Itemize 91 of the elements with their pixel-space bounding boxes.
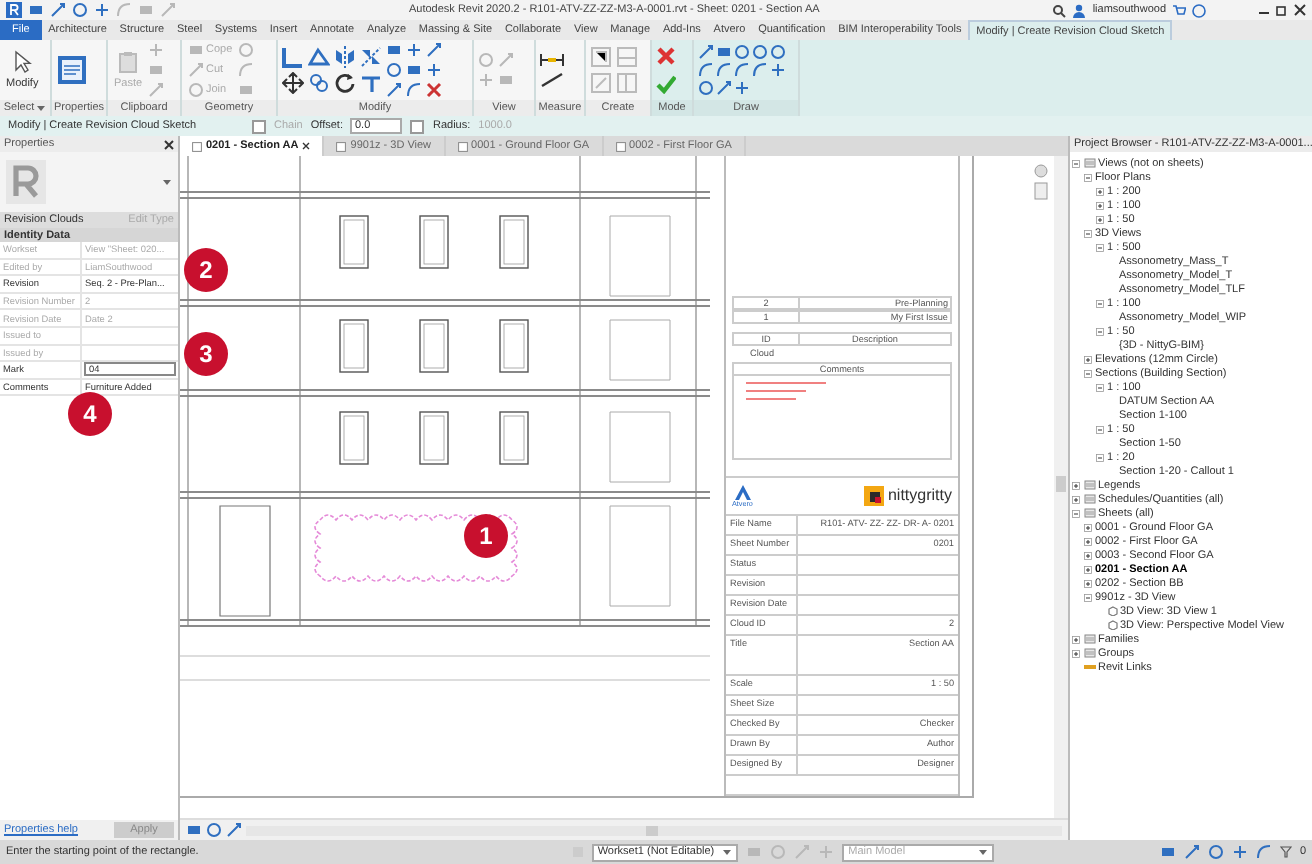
caret-icon	[162, 178, 172, 186]
close-icon[interactable]	[164, 139, 174, 149]
expand-icon[interactable]	[1072, 649, 1080, 657]
expand-icon[interactable]	[1072, 495, 1080, 503]
restore-icon[interactable]	[1276, 4, 1288, 16]
sheet-icon	[457, 141, 468, 151]
expand-icon[interactable]	[1084, 579, 1092, 587]
sheet-icon	[615, 141, 626, 151]
tool-icon[interactable]	[426, 42, 442, 58]
expand-icon[interactable]	[1084, 537, 1092, 545]
expand-icon[interactable]	[1072, 481, 1080, 489]
component-icon[interactable]	[590, 46, 612, 68]
tool-icon[interactable]	[716, 80, 732, 96]
cancel-icon[interactable]	[656, 46, 676, 66]
tool-icon[interactable]	[94, 2, 110, 18]
collapse-icon[interactable]	[1096, 243, 1104, 251]
folder-icon	[1083, 480, 1095, 490]
dimension-icon[interactable]	[540, 53, 564, 65]
collapse-icon[interactable]	[1096, 299, 1104, 307]
caret-icon	[722, 848, 733, 856]
tool-icon[interactable]	[386, 82, 402, 98]
expand-icon[interactable]	[1084, 551, 1092, 559]
tool-icon[interactable]	[1183, 844, 1200, 860]
tool-icon[interactable]	[1159, 844, 1176, 860]
measure-icon[interactable]	[540, 71, 564, 87]
expand-icon[interactable]	[1084, 523, 1092, 531]
properties-icon[interactable]	[56, 54, 88, 86]
expand-icon[interactable]	[1096, 201, 1104, 209]
expand-icon[interactable]	[1084, 355, 1092, 363]
trim-icon[interactable]	[360, 72, 382, 94]
tool-icon[interactable]	[770, 62, 786, 78]
type-image-icon	[6, 160, 46, 204]
tool-icon[interactable]	[1231, 844, 1248, 860]
collapse-icon[interactable]	[1096, 453, 1104, 461]
collapse-icon[interactable]	[1084, 369, 1092, 377]
align-icon[interactable]	[282, 46, 304, 68]
expand-icon[interactable]	[1072, 635, 1080, 643]
delete-icon[interactable]	[426, 82, 442, 98]
radius-checkbox[interactable]	[410, 119, 425, 133]
tool-icon[interactable]	[28, 2, 44, 18]
caret-icon	[36, 104, 47, 112]
tool-icon[interactable]	[72, 2, 88, 18]
collapse-icon[interactable]	[1084, 173, 1092, 181]
collapse-icon[interactable]	[1084, 229, 1092, 237]
tool-icon[interactable]	[734, 80, 750, 96]
revit-logo-icon[interactable]	[6, 2, 22, 18]
scrollbar-thumb[interactable]	[1056, 476, 1066, 492]
user-icon[interactable]	[1072, 3, 1087, 17]
rotate-icon[interactable]	[334, 72, 356, 94]
close-icon[interactable]	[302, 142, 311, 150]
move-icon[interactable]	[282, 72, 304, 94]
tool-icon[interactable]	[226, 822, 242, 838]
copy-icon[interactable]	[308, 72, 330, 94]
offset-icon[interactable]	[308, 46, 330, 68]
folder-icon	[1083, 508, 1095, 518]
collapse-icon[interactable]	[1096, 425, 1104, 433]
collapse-icon[interactable]	[1096, 383, 1104, 391]
tool-icon[interactable]	[50, 2, 66, 18]
tool-icon[interactable]	[1255, 844, 1272, 860]
expand-icon[interactable]	[1096, 187, 1104, 195]
expand-icon[interactable]	[1084, 565, 1092, 573]
caret-icon	[978, 848, 989, 856]
collapse-icon[interactable]	[1096, 327, 1104, 335]
logo-text: nittygritty	[887, 486, 952, 505]
tool-icon[interactable]	[426, 62, 442, 78]
folder-icon	[1083, 494, 1095, 504]
search-icon[interactable]	[1052, 3, 1067, 17]
folder-icon	[1083, 648, 1095, 658]
mirror-icon[interactable]	[360, 46, 382, 68]
sheet-icon	[192, 141, 202, 151]
help-icon[interactable]	[1192, 3, 1206, 17]
close-icon[interactable]	[1294, 4, 1306, 16]
a-logo-icon	[733, 483, 752, 500]
cart-icon[interactable]	[1172, 3, 1186, 17]
scrollbar-thumb[interactable]	[646, 825, 658, 835]
expand-icon[interactable]	[1096, 215, 1104, 223]
collapse-icon[interactable]	[1072, 159, 1080, 167]
mirror-icon[interactable]	[334, 46, 356, 68]
filter-icon[interactable]	[1279, 846, 1292, 858]
tool-icon[interactable]	[1207, 844, 1224, 860]
collapse-icon[interactable]	[1072, 509, 1080, 517]
square-logo-icon	[863, 485, 884, 506]
tool-icon[interactable]	[698, 44, 714, 60]
collapse-icon[interactable]	[1084, 593, 1092, 601]
check-icon[interactable]	[656, 74, 676, 94]
folder-icon	[1083, 634, 1095, 644]
folder-icon	[1083, 158, 1095, 168]
tool-icon[interactable]	[406, 42, 422, 58]
cursor-icon[interactable]	[12, 50, 33, 74]
sheet-icon	[336, 141, 347, 151]
link-icon	[1083, 664, 1095, 670]
